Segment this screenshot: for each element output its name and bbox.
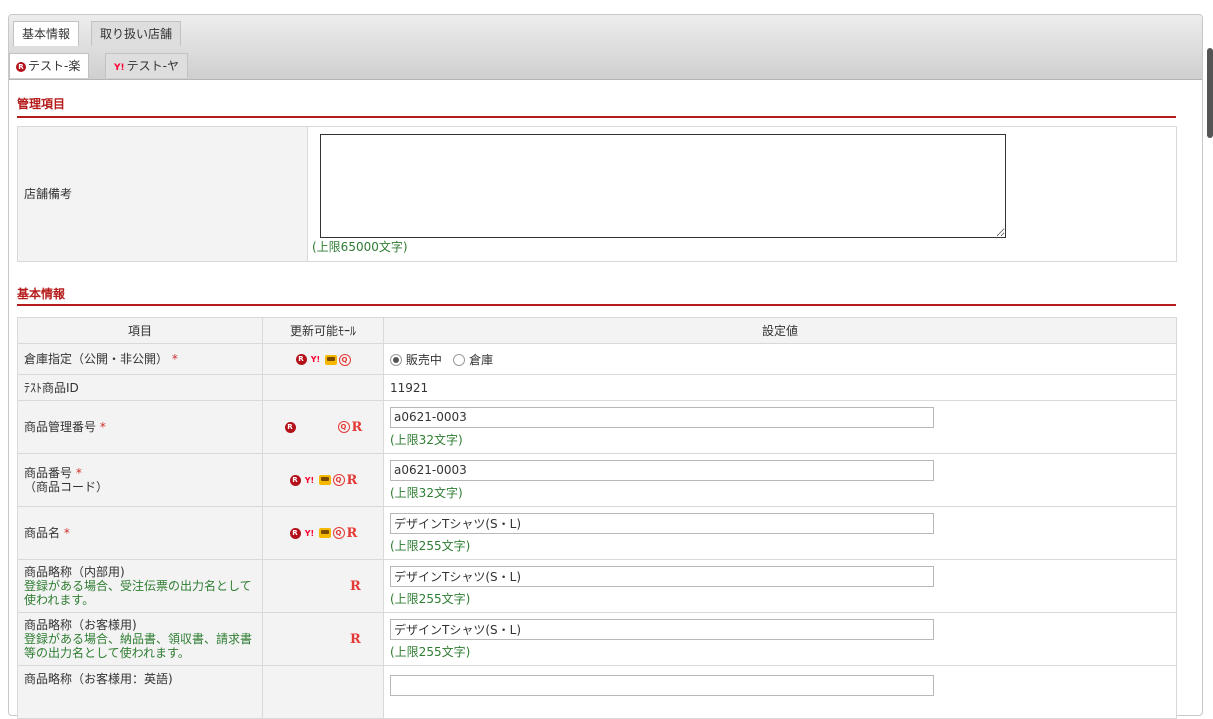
table-row: 倉庫指定（公開・非公開） * R Y! Q 販売中 倉庫 xyxy=(17,343,1177,375)
store-note-limit: (上限65000文字) xyxy=(312,240,408,254)
internal-abbr-label: 商品略称（内部用) xyxy=(24,565,125,579)
table-row: 商品管理番号 * RQR (上限32文字) xyxy=(17,400,1177,454)
tab-handling-stores[interactable]: 取り扱い店舗 xyxy=(91,21,182,46)
mall-icons: R Y! Q xyxy=(262,343,384,375)
product-id-value: 11921 xyxy=(383,374,1177,401)
product-no-label: 商品番号 xyxy=(24,466,73,480)
radio-on-sale-label: 販売中 xyxy=(405,352,442,367)
scrollbar-thumb[interactable] xyxy=(1207,48,1213,138)
rakuten-icon: R xyxy=(295,354,307,365)
mall-icons: R Y! Q R xyxy=(262,453,384,507)
rsl-icon: R xyxy=(350,578,361,594)
customer-abbr-label: 商品略称（お客様用) xyxy=(24,618,137,632)
qoo10-icon: Q xyxy=(338,353,351,366)
yahoo-icon: Y! xyxy=(310,355,321,364)
section-divider xyxy=(17,116,1176,118)
required-mark: * xyxy=(75,466,82,480)
product-name-input[interactable] xyxy=(390,512,934,534)
customer-abbr-input[interactable] xyxy=(390,618,934,640)
table-row: 商品略称（内部用)登録がある場合、受注伝票の出力名として使われます。 R (上限… xyxy=(17,559,1177,613)
table-row: 商品番号 *（商品コード） RY!QR (上限32文字) xyxy=(17,453,1177,507)
mall-icons: R xyxy=(262,559,384,613)
tab-label: テスト-楽 xyxy=(28,59,81,73)
english-abbr-label: 商品略称（お客様用：英語) xyxy=(24,672,173,686)
table-row: 商品略称（お客様用) 登録がある場合、納品書、領収書、請求書等の出力名として使われ… xyxy=(17,612,1177,666)
product-name-label: 商品名 xyxy=(24,526,61,540)
mall-icons: R xyxy=(262,612,384,666)
tab-label: 取り扱い店舗 xyxy=(100,27,173,41)
store-note-label: 店舗備考 xyxy=(17,126,308,262)
customer-abbr-note: 登録がある場合、納品書、領収書、請求書等の出力名として使われます。 xyxy=(24,632,253,660)
radio-warehouse[interactable] xyxy=(453,354,466,366)
qoo10-icon: Q xyxy=(332,474,345,486)
rakuten-icon: R xyxy=(16,61,26,72)
wowma-icon xyxy=(324,354,337,365)
warehouse-label: 倉庫指定（公開・非公開） xyxy=(24,352,169,366)
mgmt-no-input[interactable] xyxy=(390,406,934,428)
wowma-icon xyxy=(318,528,331,538)
rakuten-icon: R xyxy=(289,527,301,539)
radio-on-sale[interactable] xyxy=(390,354,402,366)
store-note-textarea[interactable] xyxy=(320,134,1006,238)
product-no-sublabel: （商品コード） xyxy=(24,480,109,494)
product-no-input[interactable] xyxy=(390,459,934,481)
wowma-icon xyxy=(318,475,331,485)
radio-warehouse-label: 倉庫 xyxy=(469,352,494,367)
internal-abbr-note: 登録がある場合、受注伝票の出力名として使われます。 xyxy=(24,579,252,607)
mgmt-no-limit: (上限32文字) xyxy=(390,432,463,447)
qoo10-icon: Q xyxy=(337,421,350,433)
rakuten-icon: R xyxy=(289,474,301,486)
rsl-icon: R xyxy=(351,419,363,435)
mall-icons: R Y! Q R xyxy=(262,506,384,560)
basic-info-table: 項目 更新可能ﾓｰﾙ 設定値 倉庫指定（公開・非公開） * R Y! Q 販売中 倉… xyxy=(17,317,1177,719)
section-divider xyxy=(17,304,1176,306)
yahoo-icon: Y! xyxy=(304,475,315,485)
mall-icons: RQR xyxy=(262,400,384,454)
header-value: 設定値 xyxy=(383,317,1177,344)
english-abbr-input[interactable] xyxy=(390,675,934,696)
rsl-icon: R xyxy=(346,525,358,541)
header-malls: 更新可能ﾓｰﾙ xyxy=(262,317,384,344)
basic-section-title: 基本情報 xyxy=(17,287,66,301)
yahoo-icon: Y! xyxy=(304,528,315,538)
internal-abbr-input[interactable] xyxy=(390,565,934,587)
yahoo-icon: Y! xyxy=(114,63,125,73)
rsl-icon: R xyxy=(346,472,358,488)
rsl-icon: R xyxy=(350,631,361,647)
tab-test-rakuten[interactable]: R テスト-楽 xyxy=(9,53,90,78)
qoo10-icon: Q xyxy=(332,527,345,539)
table-row: 商品略称（お客様用：英語) xyxy=(17,665,1177,719)
tab-label: 基本情報 xyxy=(22,27,71,41)
required-mark: * xyxy=(63,526,70,540)
product-no-limit: (上限32文字) xyxy=(390,485,463,500)
required-mark: * xyxy=(99,420,106,434)
tab-label: テスト-ヤ xyxy=(126,59,179,73)
product-id-label: ﾃｽﾄ商品ID xyxy=(17,374,263,401)
header-item: 項目 xyxy=(17,317,263,344)
required-mark: * xyxy=(171,352,178,366)
rakuten-icon: R xyxy=(284,421,296,433)
management-section-title: 管理項目 xyxy=(17,97,66,111)
table-row: 商品名 * RY!QR (上限255文字) xyxy=(17,506,1177,560)
tab-bar: 基本情報 取り扱い店舗 R テスト-楽 Y! テスト-ヤ xyxy=(9,15,1202,80)
internal-abbr-limit: (上限255文字) xyxy=(390,591,471,606)
mgmt-no-label: 商品管理番号 xyxy=(24,420,97,434)
table-row: ﾃｽﾄ商品ID 11921 xyxy=(17,374,1177,401)
tab-test-yahoo[interactable]: Y! テスト-ヤ xyxy=(105,53,188,78)
customer-abbr-limit: (上限255文字) xyxy=(390,644,471,659)
product-name-limit: (上限255文字) xyxy=(390,538,471,553)
tab-basic-info[interactable]: 基本情報 xyxy=(13,21,80,46)
